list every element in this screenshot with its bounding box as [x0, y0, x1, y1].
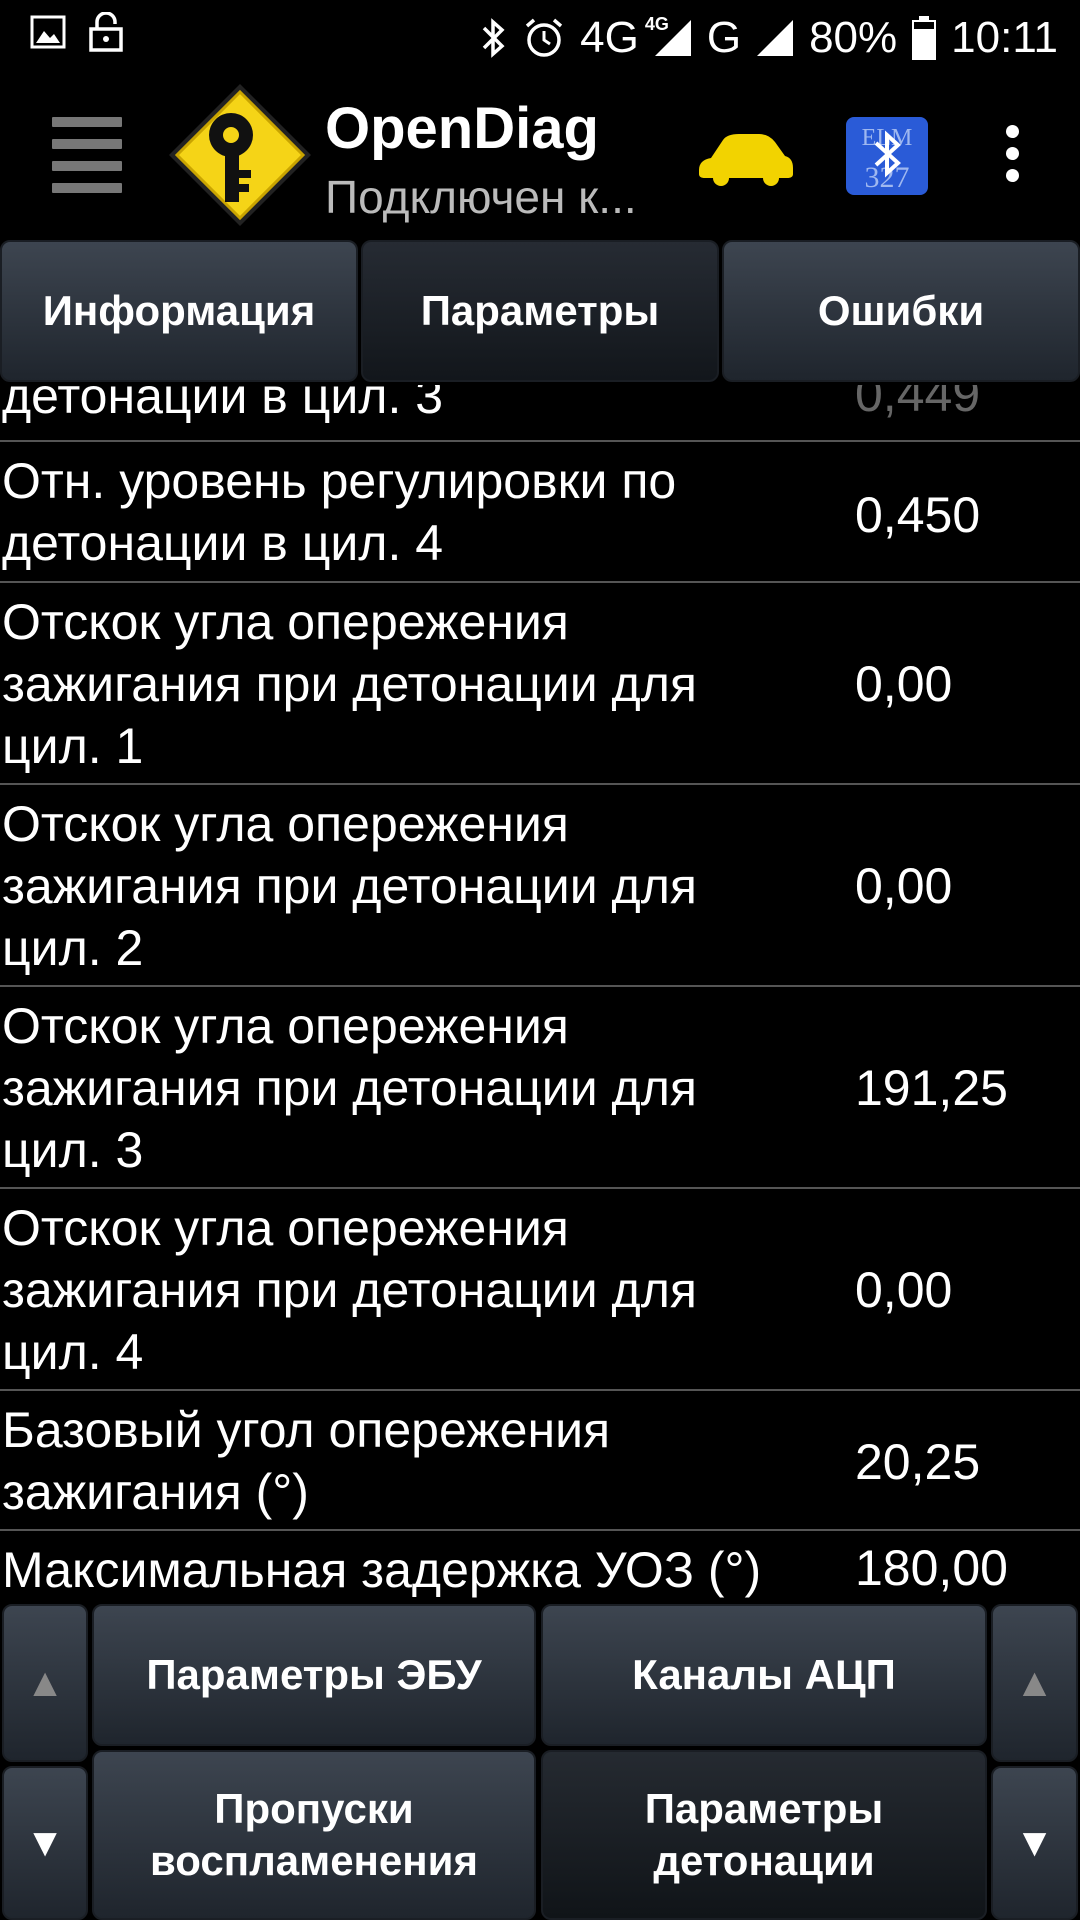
app-logo-icon — [165, 80, 315, 230]
tab-information[interactable]: Информация — [0, 240, 358, 382]
status-bar: 4G 4G G 80% 10:11 — [0, 0, 1080, 75]
connection-status: Подключен к... — [325, 171, 637, 223]
scroll-up-left-button[interactable]: ▲ — [2, 1604, 88, 1762]
network-type-label: 4G — [580, 13, 639, 62]
arrow-up-icon: ▲ — [1014, 1661, 1055, 1705]
parameter-label: детонации в цил. 3 — [2, 385, 444, 424]
list-item[interactable]: Отскок угла опережения зажигания при дет… — [0, 1189, 1080, 1391]
category-panel: ▲ Параметры ЭБУ Каналы АЦП ▲ ▼ Пропуски … — [0, 1600, 1080, 1920]
overflow-menu-icon[interactable] — [996, 125, 1028, 189]
app-title: OpenDiag — [325, 96, 599, 161]
parameter-label: Отскок угла опережения зажигания при дет… — [2, 998, 697, 1178]
arrow-down-icon: ▼ — [1014, 1821, 1055, 1865]
unlock-notification-icon — [88, 12, 124, 52]
car-icon[interactable] — [695, 130, 795, 190]
parameter-label: Отскок угла опережения зажигания при дет… — [2, 1200, 697, 1380]
arrow-down-icon: ▼ — [25, 1821, 65, 1865]
parameter-label: Отн. уровень регулировки по детонации в … — [2, 453, 677, 571]
parameter-value: 0,00 — [855, 858, 953, 914]
parameter-label: Максимальная задержка УОЗ (°) — [2, 1542, 762, 1598]
image-notification-icon — [30, 15, 66, 49]
ecu-parameters-button[interactable]: Параметры ЭБУ — [92, 1604, 536, 1746]
parameter-list[interactable]: детонации в цил. 3 0,449 Отн. уровень ре… — [0, 385, 1080, 1600]
arrow-up-icon: ▲ — [25, 1661, 65, 1705]
scroll-down-right-button[interactable]: ▼ — [991, 1766, 1078, 1920]
network2-type-label: G — [706, 13, 742, 62]
clock: 10:11 — [951, 13, 1058, 62]
list-item[interactable]: Отскок угла опережения зажигания при дет… — [0, 583, 1080, 785]
parameter-label: Базовый угол опережения зажигания (°) — [2, 1402, 611, 1520]
bluetooth-icon — [478, 16, 508, 60]
misfires-button[interactable]: Пропуски воспламенения — [92, 1750, 536, 1920]
tab-errors[interactable]: Ошибки — [722, 240, 1080, 382]
adc-channels-button[interactable]: Каналы АЦП — [541, 1604, 987, 1746]
parameter-label: Отскок угла опережения зажигания при дет… — [2, 594, 697, 774]
parameter-value: 20,25 — [855, 1434, 981, 1490]
signal-g-icon — [755, 18, 795, 58]
list-item[interactable]: детонации в цил. 3 0,449 — [0, 385, 1080, 442]
alarm-icon — [522, 16, 566, 60]
parameter-value: 0,450 — [855, 487, 981, 543]
list-item[interactable]: Отн. уровень регулировки по детонации в … — [0, 442, 1080, 583]
action-bar: OpenDiag Подключен к... ELM 327 — [0, 75, 1080, 240]
scroll-up-right-button[interactable]: ▲ — [991, 1604, 1078, 1762]
parameter-value: 191,25 — [855, 1060, 1008, 1116]
battery-percent: 80% — [809, 13, 898, 62]
tab-parameters[interactable]: Параметры — [361, 240, 719, 382]
network-small-label: 4G — [644, 14, 669, 34]
elm327-bluetooth-icon[interactable]: ELM 327 — [846, 117, 928, 195]
parameter-value: 0,00 — [855, 1262, 953, 1318]
list-item[interactable]: Отскок угла опережения зажигания при дет… — [0, 987, 1080, 1189]
scroll-down-left-button[interactable]: ▼ — [2, 1766, 88, 1920]
main-tabs: Информация Параметры Ошибки — [0, 240, 1080, 385]
knock-parameters-button[interactable]: Параметры детонации — [541, 1750, 987, 1920]
parameter-value: 180,00 — [855, 1540, 1008, 1596]
battery-icon — [911, 15, 937, 61]
parameter-value: 0,00 — [855, 656, 953, 712]
menu-icon[interactable] — [52, 117, 122, 193]
parameter-value: 0,449 — [855, 385, 981, 422]
list-item[interactable]: Максимальная задержка УОЗ (°) 180,00 — [0, 1531, 1080, 1600]
list-item[interactable]: Базовый угол опережения зажигания (°) 20… — [0, 1391, 1080, 1531]
signal-4g-icon: 4G — [645, 14, 693, 58]
parameter-label: Отскок угла опережения зажигания при дет… — [2, 796, 697, 976]
list-item[interactable]: Отскок угла опережения зажигания при дет… — [0, 785, 1080, 987]
